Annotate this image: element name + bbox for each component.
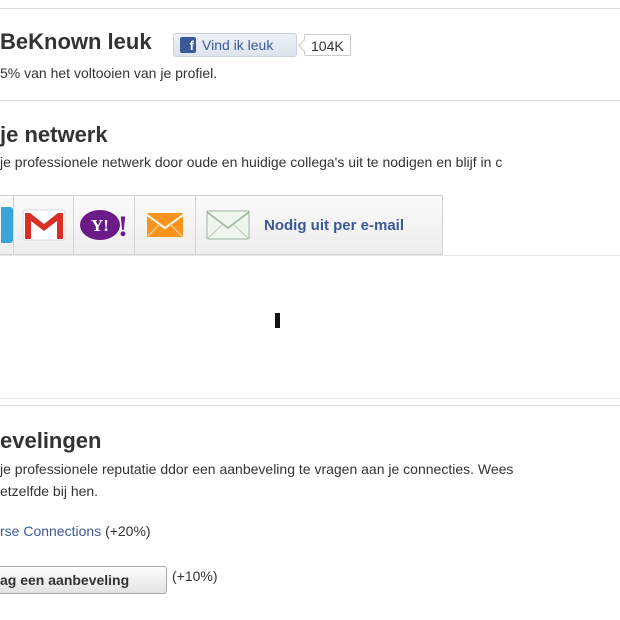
facebook-like-button[interactable]: f Vind ik leuk [173, 33, 297, 57]
envelope-icon [206, 210, 250, 240]
connections-link[interactable]: rse Connections [0, 523, 101, 539]
recommendations-description-line2: etzelfde bij hen. [0, 483, 99, 499]
like-section-title: BeKnown leuk [0, 29, 152, 54]
blue-provider-icon [0, 207, 13, 243]
recommendations-description-line1: je professionele reputatie ddor een aanb… [0, 461, 514, 477]
network-divider-lower [0, 398, 620, 399]
provider-yahoo[interactable]: Y! ! [74, 196, 135, 254]
provider-hotmail[interactable] [135, 196, 196, 254]
ask-recommendation-label: ag een aanbeveling [0, 572, 130, 588]
like-divider [0, 100, 620, 101]
yahoo-icon: Y! ! [80, 210, 128, 242]
recommendations-section-title: evelingen [0, 428, 102, 453]
network-description: je professionele netwerk door oude en hu… [0, 154, 503, 170]
hotmail-icon [146, 213, 184, 238]
profile-completion-text: 5% van het voltooien van je profiel. [0, 65, 218, 81]
provider-email[interactable]: Nodig uit per e-mail [196, 196, 442, 254]
provider-gmail[interactable] [14, 196, 74, 254]
gmail-icon [22, 209, 65, 241]
ask-recommendation-button[interactable]: ag een aanbeveling [0, 566, 167, 594]
recommendations-description: je professionele reputatie ddor een aanb… [0, 458, 620, 502]
recommend-divider [0, 405, 620, 406]
text-cursor [275, 313, 280, 328]
top-divider [0, 8, 620, 9]
svg-text:Y!: Y! [91, 216, 109, 235]
facebook-icon: f [180, 37, 196, 53]
svg-text:!: ! [118, 210, 128, 242]
network-divider-upper [0, 255, 620, 256]
ask-recommendation-bonus: (+10%) [172, 568, 218, 584]
network-section-title: je netwerk [0, 122, 108, 147]
like-button-label: Vind ik leuk [202, 37, 274, 53]
invite-by-email-label: Nodig uit per e-mail [264, 216, 405, 234]
provider-linkedin-partial[interactable] [0, 196, 14, 254]
like-count-bubble: 104K [304, 34, 351, 56]
invite-provider-bar: Y! ! Nodig uit per e-mail [0, 195, 443, 255]
connections-bonus: (+20%) [105, 523, 151, 539]
connections-row: rse Connections (+20%) [0, 523, 151, 539]
